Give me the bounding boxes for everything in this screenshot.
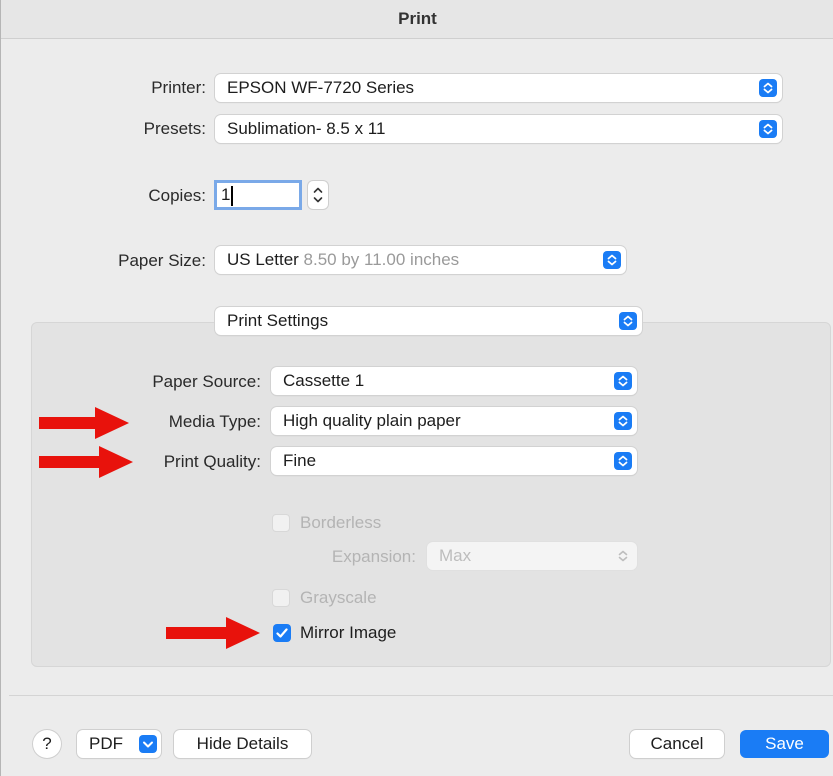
borderless-label: Borderless — [300, 513, 382, 532]
expansion-value: Max — [439, 546, 472, 565]
up-down-chevron-icon — [759, 120, 777, 138]
media-type-popup[interactable]: High quality plain paper — [271, 407, 637, 435]
paper-size-popup[interactable]: US Letter 8.50 by 11.00 inches — [215, 246, 626, 274]
pdf-label: PDF — [89, 734, 123, 753]
title-bar: Print — [1, 0, 833, 39]
pdf-menu-button[interactable]: PDF — [77, 730, 161, 758]
chevron-down-icon — [139, 735, 157, 753]
expansion-label: Expansion: — [331, 547, 416, 566]
mirror-image-checkbox[interactable] — [273, 624, 291, 642]
paper-size-label: Paper Size: — [118, 251, 206, 270]
copies-stepper[interactable] — [308, 181, 328, 209]
presets-value: Sublimation- 8.5 x 11 — [227, 119, 386, 138]
up-down-chevron-icon — [614, 547, 632, 565]
grayscale-checkbox[interactable] — [272, 589, 290, 607]
expansion-popup[interactable]: Max — [427, 542, 637, 570]
paper-size-detail: 8.50 by 11.00 inches — [303, 250, 460, 269]
help-button[interactable]: ? — [33, 730, 61, 758]
copies-value: 1 — [221, 185, 231, 204]
red-arrow-icon — [39, 407, 129, 439]
printer-popup[interactable]: EPSON WF-7720 Series — [215, 74, 782, 102]
print-quality-popup[interactable]: Fine — [271, 447, 637, 475]
borderless-checkbox[interactable] — [272, 514, 290, 532]
red-arrow-icon — [39, 446, 133, 478]
cancel-button[interactable]: Cancel — [630, 730, 724, 758]
presets-label: Presets: — [143, 119, 206, 138]
section-popup[interactable]: Print Settings — [215, 307, 642, 335]
save-button[interactable]: Save — [740, 730, 829, 758]
stepper-icon — [313, 187, 323, 203]
up-down-chevron-icon — [619, 312, 637, 330]
media-type-value: High quality plain paper — [283, 411, 461, 430]
mirror-image-label: Mirror Image — [300, 623, 397, 642]
checkmark-icon — [276, 628, 288, 638]
printer-label: Printer: — [151, 78, 206, 97]
print-quality-value: Fine — [283, 451, 317, 470]
printer-value: EPSON WF-7720 Series — [227, 78, 415, 97]
text-caret — [231, 185, 234, 206]
copies-label: Copies: — [148, 186, 206, 205]
footer-divider — [9, 695, 833, 696]
up-down-chevron-icon — [614, 372, 632, 390]
presets-popup[interactable]: Sublimation- 8.5 x 11 — [215, 115, 782, 143]
hide-details-button[interactable]: Hide Details — [174, 730, 311, 758]
red-arrow-icon — [166, 617, 260, 649]
up-down-chevron-icon — [614, 452, 632, 470]
paper-source-popup[interactable]: Cassette 1 — [271, 367, 637, 395]
section-value: Print Settings — [227, 311, 329, 330]
up-down-chevron-icon — [614, 412, 632, 430]
copies-field[interactable]: 1 — [214, 180, 302, 210]
print-dialog: Print Printer: EPSON WF-7720 Series Pres… — [0, 0, 833, 776]
paper-source-label: Paper Source: — [152, 372, 261, 391]
paper-source-value: Cassette 1 — [283, 371, 365, 390]
up-down-chevron-icon — [603, 251, 621, 269]
dialog-title: Print — [398, 9, 437, 28]
up-down-chevron-icon — [759, 79, 777, 97]
grayscale-label: Grayscale — [300, 588, 377, 607]
paper-size-value: US Letter — [227, 250, 299, 269]
